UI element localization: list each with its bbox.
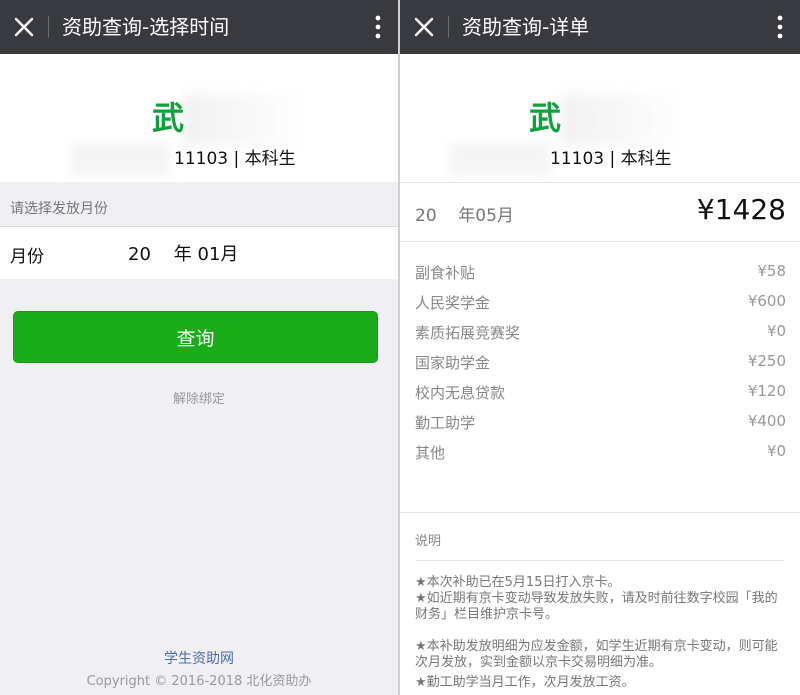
list-item: 素质拓展竞赛奖 ¥0 — [400, 317, 800, 347]
title-divider — [48, 16, 49, 38]
close-icon — [414, 17, 434, 37]
summary-total: ¥1428 — [696, 193, 786, 226]
item-amount: ¥400 — [747, 412, 786, 430]
page-title: 资助查询-选择时间 — [62, 15, 230, 39]
list-item: 其他 ¥0 — [400, 437, 800, 467]
month-prompt: 请选择发放月份 — [10, 201, 108, 217]
aid-item-list: 副食补贴 ¥58 人民奖学金 ¥600 素质拓展竞赛奖 ¥0 国家助学金 ¥25… — [400, 241, 800, 482]
id-redaction — [450, 142, 550, 176]
right-screen: 资助查询-详单 武 11103 | 本科生 20 年05月 ¥1428 副食补贴… — [400, 0, 800, 695]
page-title: 资助查询-详单 — [462, 15, 590, 39]
month-label: 月份 — [10, 247, 44, 267]
item-amount: ¥0 — [766, 322, 786, 340]
student-id: 11103 — [174, 149, 229, 169]
more-vertical-icon — [375, 15, 381, 39]
item-amount: ¥58 — [757, 262, 786, 280]
info-separator: | — [609, 149, 616, 169]
unbind-link[interactable]: 解除绑定 — [0, 388, 398, 407]
list-item: 校内无息贷款 ¥120 — [400, 377, 800, 407]
left-screen: 资助查询-选择时间 武 11103 | 本科生 请选择发放月份 月份 20 年 … — [0, 0, 398, 695]
close-icon — [14, 17, 34, 37]
query-button[interactable]: 查询 — [13, 311, 378, 363]
list-item: 副食补贴 ¥58 — [400, 257, 800, 287]
month-selector[interactable]: 月份 20 年 01月 — [0, 226, 398, 280]
name-redaction — [560, 94, 680, 146]
student-identity: 武 11103 | 本科生 — [0, 54, 398, 182]
info-separator: | — [233, 149, 240, 169]
close-button[interactable] — [406, 9, 442, 45]
id-redaction — [70, 142, 170, 176]
notes-title-divider — [415, 560, 785, 561]
name-redaction — [182, 94, 302, 146]
item-label: 其他 — [415, 444, 446, 462]
student-name: 武 — [152, 99, 185, 137]
student-id: 11103 — [550, 149, 605, 169]
title-divider — [448, 16, 449, 38]
list-item: 国家助学金 ¥250 — [400, 347, 800, 377]
student-name: 武 — [529, 99, 562, 137]
item-label: 校内无息贷款 — [415, 384, 506, 402]
item-label: 勤工助学 — [415, 414, 476, 432]
list-item: 勤工助学 ¥400 — [400, 407, 800, 437]
item-amount: ¥250 — [747, 352, 786, 370]
notes-title: 说明 — [415, 534, 442, 549]
copyright-text: Copyright © 2016-2018 北化资助办 — [86, 674, 312, 689]
note-item: ★本次补助已在5月15日打入京卡。 — [415, 575, 621, 590]
item-label: 国家助学金 — [415, 354, 491, 372]
top-bar: 资助查询-选择时间 — [0, 0, 398, 54]
student-degree: 本科生 — [244, 149, 296, 169]
student-identity: 武 11103 | 本科生 — [400, 54, 800, 182]
more-button[interactable] — [368, 12, 388, 42]
note-item: ★本补助发放明细为应发金额，如学生近期有京卡变动，则可能次月发放，实到金额以京卡… — [415, 639, 778, 670]
item-amount: ¥120 — [747, 382, 786, 400]
student-aid-site-link[interactable]: 学生资助网 — [0, 648, 398, 668]
list-item: 人民奖学金 ¥600 — [400, 287, 800, 317]
item-amount: ¥600 — [747, 292, 786, 310]
month-value[interactable]: 20 年 01月 — [128, 240, 238, 266]
more-button[interactable] — [770, 12, 790, 42]
more-vertical-icon — [777, 15, 783, 39]
item-amount: ¥0 — [766, 442, 786, 460]
close-button[interactable] — [6, 9, 42, 45]
note-item: ★如近期有京卡变动导致发放失败，请及时前往数字校园「我的财务」栏目维护京卡号。 — [415, 591, 778, 622]
student-info: 11103 | 本科生 — [174, 148, 296, 170]
student-info: 11103 | 本科生 — [550, 148, 672, 170]
note-item: ★勤工助学当月工作，次月发放工资。 — [415, 675, 635, 690]
top-bar: 资助查询-详单 — [400, 0, 800, 54]
student-degree: 本科生 — [620, 149, 672, 169]
item-label: 素质拓展竞赛奖 — [415, 324, 521, 342]
item-label: 人民奖学金 — [415, 294, 491, 312]
summary-month: 20 年05月 — [415, 206, 514, 226]
summary-row: 20 年05月 ¥1428 — [400, 182, 800, 241]
item-label: 副食补贴 — [415, 264, 476, 282]
notes-divider — [400, 512, 800, 513]
